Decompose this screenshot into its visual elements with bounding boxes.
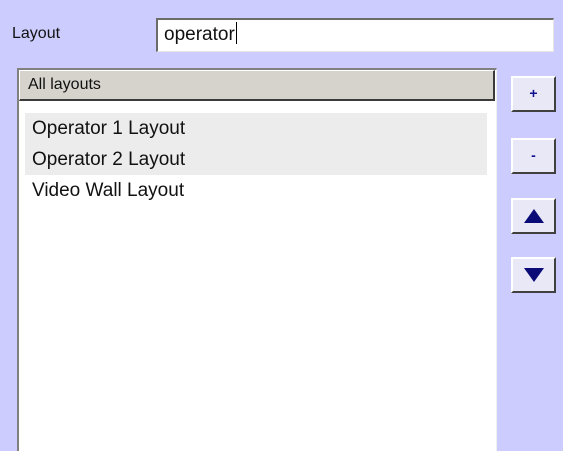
arrow-up-icon bbox=[523, 209, 544, 223]
text-caret bbox=[235, 22, 237, 44]
list-header-all-layouts[interactable]: All layouts bbox=[19, 70, 495, 101]
list-item[interactable]: Operator 1 Layout bbox=[25, 113, 487, 144]
list-body: Operator 1 Layout Operator 2 Layout Vide… bbox=[25, 113, 487, 206]
layouts-list[interactable]: All layouts Operator 1 Layout Operator 2… bbox=[17, 68, 497, 451]
move-up-button[interactable] bbox=[511, 198, 556, 234]
move-down-button[interactable] bbox=[511, 257, 556, 293]
add-layout-button[interactable]: + bbox=[511, 76, 556, 112]
list-item[interactable]: Video Wall Layout bbox=[25, 175, 487, 206]
layout-input[interactable]: operator bbox=[156, 18, 554, 52]
remove-layout-button[interactable]: - bbox=[511, 138, 556, 174]
layout-label: Layout bbox=[12, 25, 61, 42]
arrow-down-icon bbox=[523, 268, 544, 282]
layout-input-value: operator bbox=[164, 24, 235, 45]
list-item[interactable]: Operator 2 Layout bbox=[25, 144, 487, 175]
